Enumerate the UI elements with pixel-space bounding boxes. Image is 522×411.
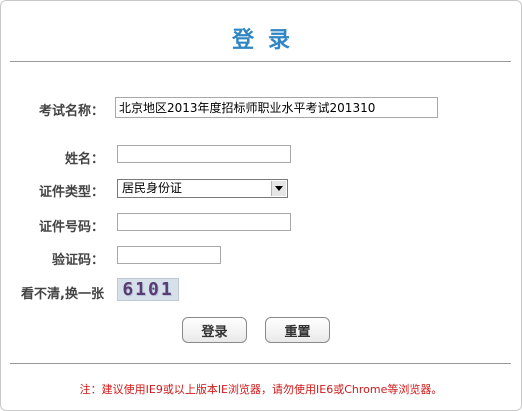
divider-bottom: [10, 363, 511, 364]
browser-note: 注：建议使用IE9或以上版本IE浏览器，请勿使用IE6或Chrome等浏览器。: [79, 383, 443, 396]
chevron-down-icon[interactable]: [271, 181, 286, 196]
exam-name-field[interactable]: [115, 97, 438, 118]
captcha-label: 验证码：: [51, 253, 104, 268]
id-number-field[interactable]: [117, 213, 291, 231]
captcha-image[interactable]: 6101: [117, 278, 179, 301]
reset-button[interactable]: 重置: [265, 317, 330, 343]
id-type-label: 证件类型：: [38, 185, 104, 200]
id-type-select[interactable]: 居民身份证: [117, 179, 288, 198]
exam-name-label: 考试名称：: [38, 104, 104, 119]
page-title: 登录: [231, 28, 304, 53]
name-label: 姓名：: [64, 152, 104, 167]
name-field[interactable]: [117, 145, 291, 163]
divider-top: [10, 61, 511, 62]
refresh-captcha-link[interactable]: 看不清,换一张: [4, 283, 104, 302]
id-number-label: 证件号码：: [38, 220, 104, 235]
login-button[interactable]: 登录: [182, 317, 247, 343]
captcha-field[interactable]: [117, 246, 221, 264]
id-type-selected: 居民身份证: [122, 181, 183, 195]
